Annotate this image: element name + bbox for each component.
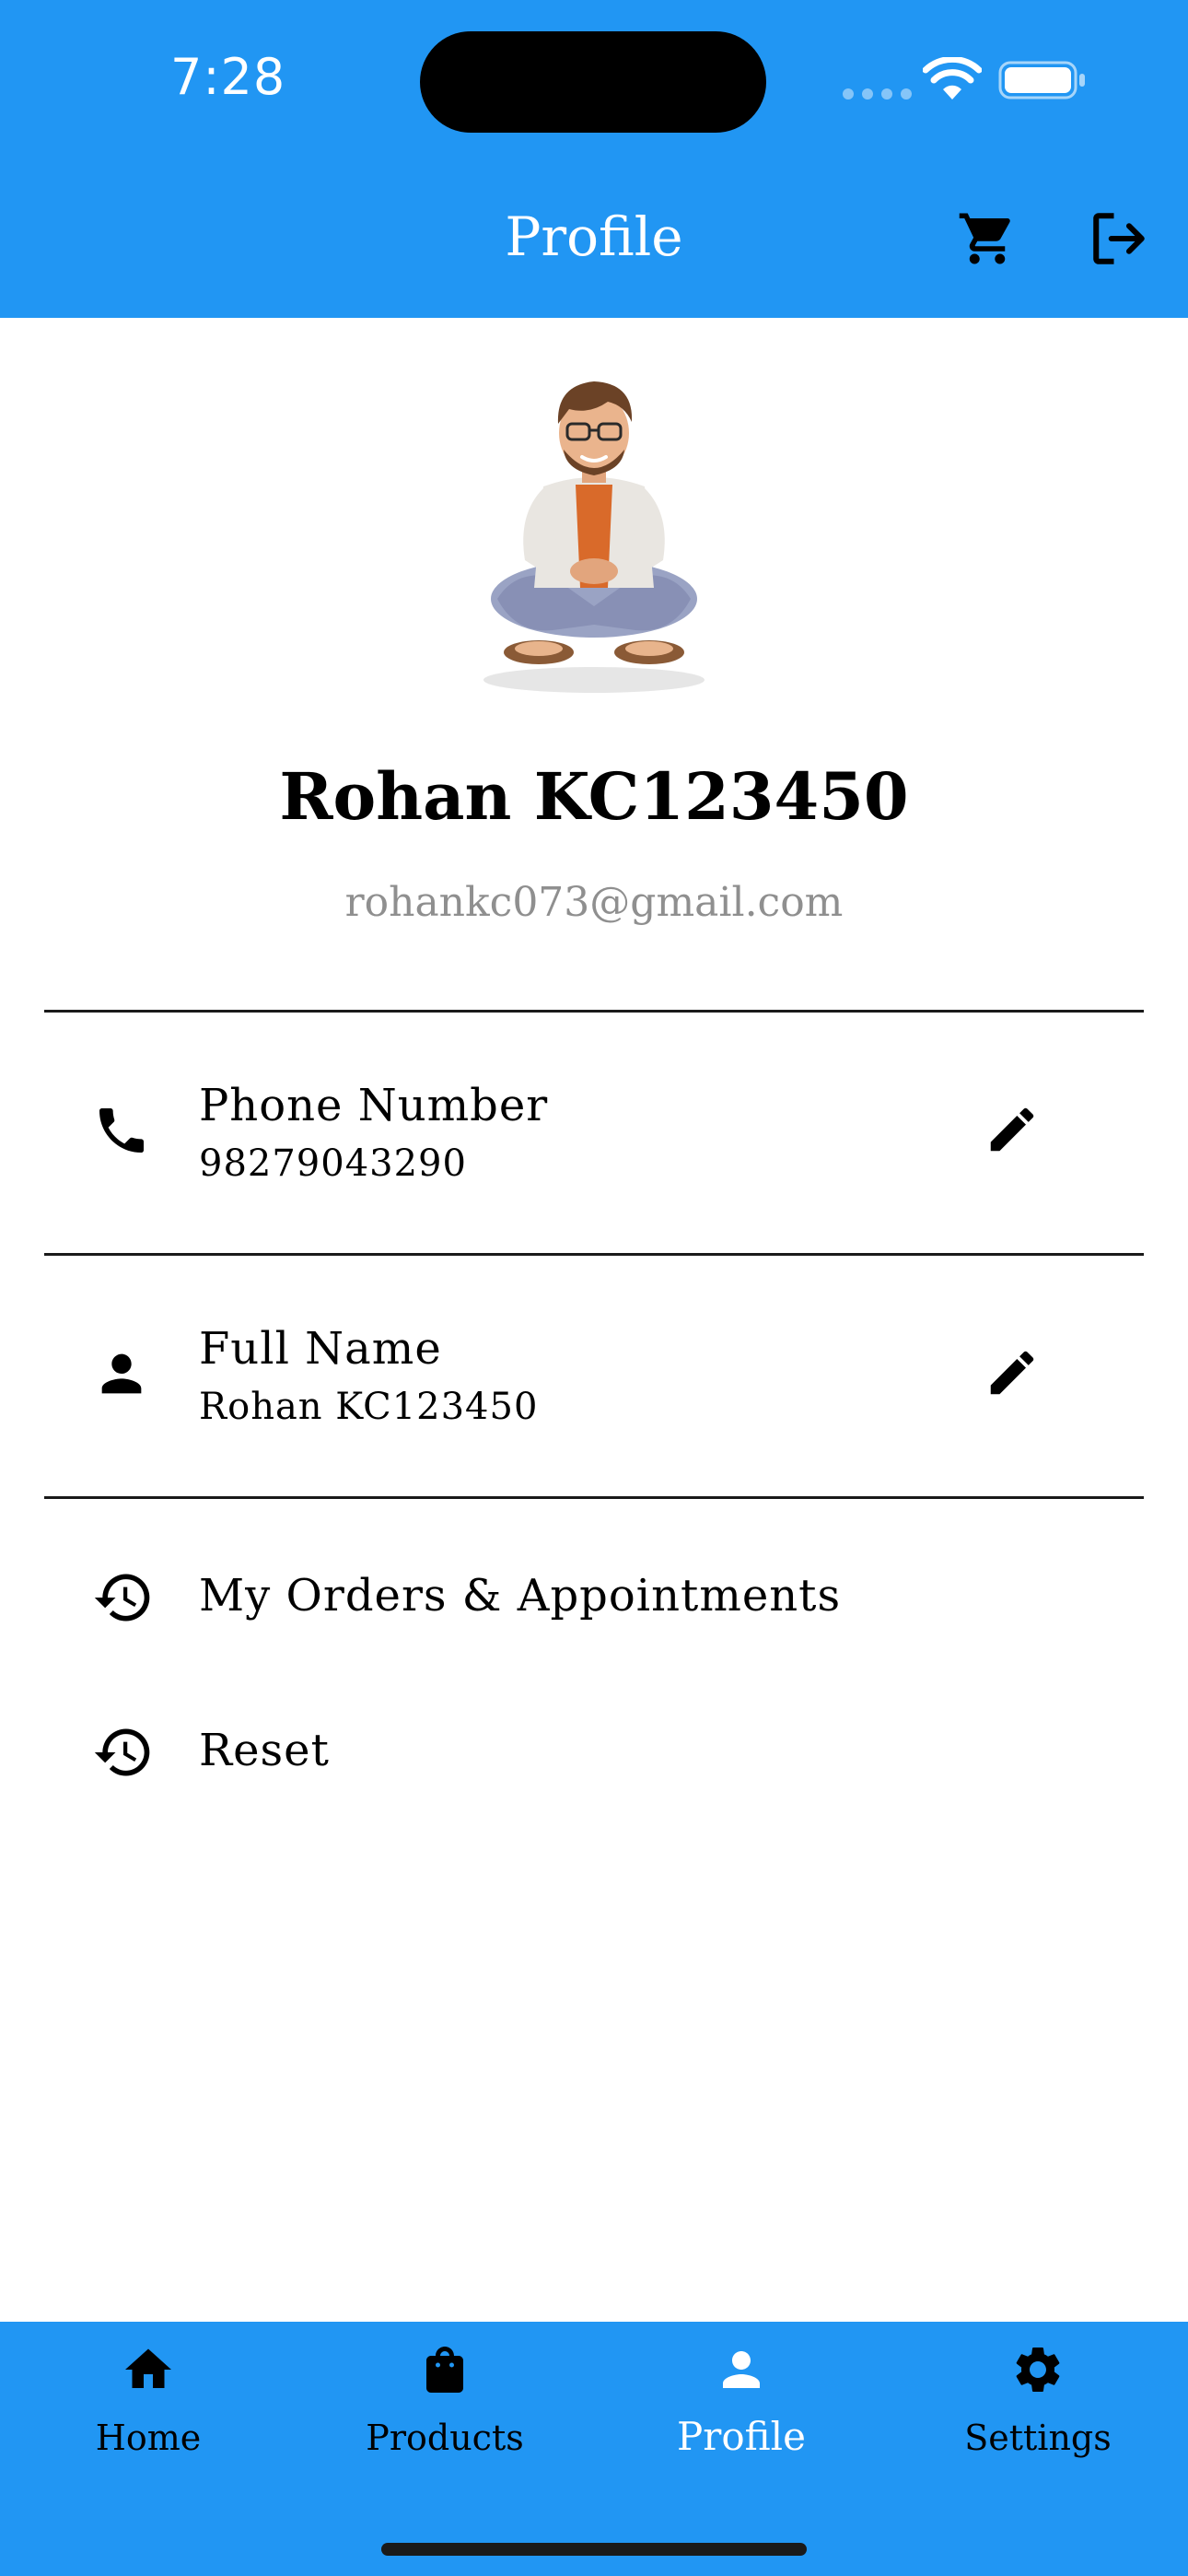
nav-label: Profile [677,2414,806,2459]
phone-number-label: Phone Number [199,1080,549,1131]
nav-label: Products [366,2418,524,2458]
nav-item-products[interactable]: Products [297,2322,593,2524]
bottom-navigation: Home Products Profile Settings [0,2322,1188,2576]
person-icon [101,1353,142,1394]
home-icon [125,2348,171,2388]
edit-icon[interactable] [984,1344,1041,1401]
status-time: 7:28 [170,48,286,106]
nav-item-settings[interactable]: Settings [890,2322,1186,2524]
edit-icon[interactable] [984,1101,1041,1158]
profile-email: rohankc073@gmail.com [344,879,844,926]
divider [44,1496,1144,1499]
phone-number-row: Phone Number 98279043290 [0,1013,1188,1251]
history-icon [94,1728,150,1776]
full-name-value: Rohan KC123450 [199,1386,539,1428]
person-icon [723,2351,760,2388]
divider [44,1253,1144,1256]
nav-label: Home [95,2418,202,2458]
menu-item-label: Reset [199,1725,330,1776]
avatar [483,381,705,693]
wifi-icon [923,57,982,100]
menu-item-reset[interactable]: Reset [0,1686,1188,1822]
nav-item-profile[interactable]: Profile [593,2322,890,2524]
full-name-label: Full Name [199,1323,442,1375]
home-indicator [381,2543,807,2556]
dynamic-island [420,31,766,133]
phone-number-value: 98279043290 [199,1142,467,1185]
full-name-row: Full Name Rohan KC123450 [0,1257,1188,1494]
menu-item-orders[interactable]: My Orders & Appointments [0,1529,1188,1666]
history-icon [94,1574,150,1622]
logout-icon[interactable] [1089,208,1149,269]
menu-item-label: My Orders & Appointments [199,1570,842,1622]
app-header: 7:28 Profile [0,0,1188,318]
cellular-signal-icon [843,88,912,100]
gear-icon [1016,2348,1060,2392]
nav-item-home[interactable]: Home [0,2322,297,2524]
profile-name: Rohan KC123450 [279,758,909,835]
phone-icon [99,1108,144,1153]
cart-icon[interactable] [956,208,1019,269]
profile-screen: 7:28 Profile Rohan KC123450 rohankc073@g… [0,0,1188,2576]
divider [44,1010,1144,1013]
nav-label: Settings [964,2418,1112,2458]
shopping-bag-icon [426,2347,463,2393]
battery-icon [998,61,1085,100]
